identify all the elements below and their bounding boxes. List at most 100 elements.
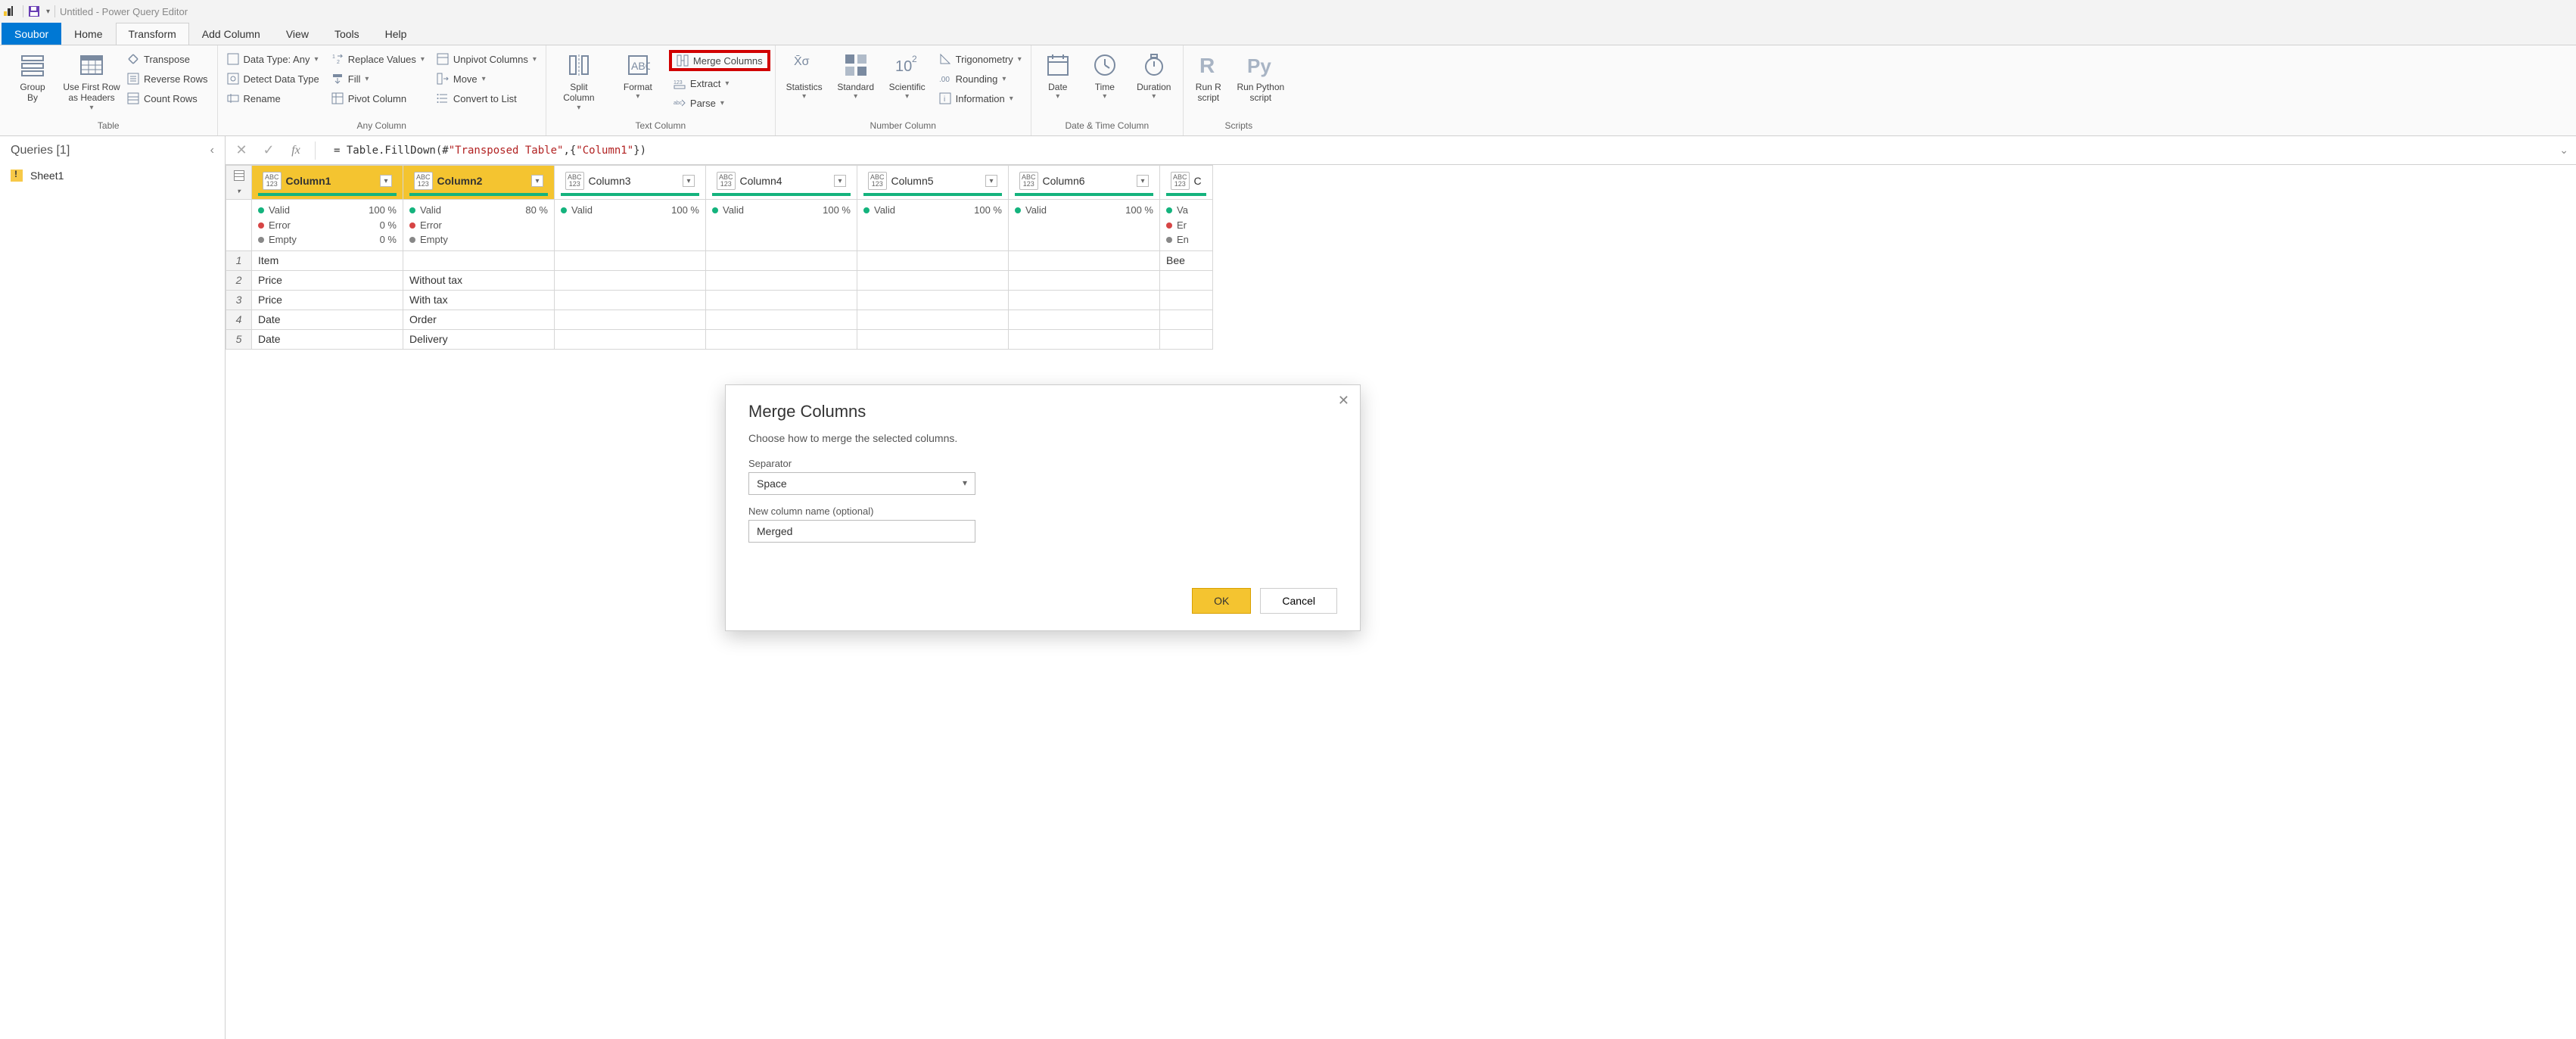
- table-row[interactable]: 2PriceWithout tax: [226, 270, 1213, 290]
- information-button[interactable]: i Information: [936, 91, 1025, 106]
- formula-commit-icon[interactable]: ✓: [260, 142, 277, 159]
- run-r-button[interactable]: R Run R script: [1190, 48, 1227, 104]
- column-header-7[interactable]: ABC123 C: [1160, 166, 1213, 200]
- data-cell[interactable]: [555, 329, 706, 349]
- standard-button[interactable]: Standard: [833, 48, 879, 101]
- table-menu-icon[interactable]: [234, 170, 244, 181]
- data-cell[interactable]: [555, 250, 706, 270]
- data-cell[interactable]: With tax: [403, 290, 555, 310]
- reverse-rows-button[interactable]: Reverse Rows: [124, 71, 211, 86]
- filter-icon[interactable]: ▾: [834, 175, 846, 187]
- save-icon[interactable]: [28, 5, 40, 17]
- duration-button[interactable]: Duration: [1131, 48, 1177, 101]
- data-cell[interactable]: [1009, 329, 1160, 349]
- data-cell[interactable]: [555, 290, 706, 310]
- filter-icon[interactable]: ▾: [985, 175, 997, 187]
- tab-file[interactable]: Soubor: [2, 23, 61, 45]
- statistics-button[interactable]: X̄σ Statistics: [782, 48, 827, 101]
- ok-button[interactable]: OK: [1192, 588, 1251, 614]
- column-header-5[interactable]: ABC123 Column5 ▾: [857, 166, 1009, 200]
- date-button[interactable]: Date: [1038, 48, 1078, 101]
- format-button[interactable]: ABC Format: [611, 48, 664, 101]
- collapse-pane-icon[interactable]: ‹: [210, 144, 214, 157]
- scientific-button[interactable]: 102 Scientific: [885, 48, 930, 101]
- data-cell[interactable]: [403, 250, 555, 270]
- split-column-button[interactable]: Split Column: [552, 48, 605, 113]
- filter-icon[interactable]: ▾: [683, 175, 695, 187]
- table-row[interactable]: 4DateOrder: [226, 310, 1213, 329]
- tab-view[interactable]: View: [273, 23, 322, 45]
- data-cell[interactable]: Date: [252, 329, 403, 349]
- cancel-button[interactable]: Cancel: [1260, 588, 1337, 614]
- data-cell[interactable]: [1009, 250, 1160, 270]
- transpose-button[interactable]: Transpose: [124, 51, 211, 67]
- extract-button[interactable]: 123 Extract: [670, 76, 769, 91]
- detect-data-type-button[interactable]: Detect Data Type: [224, 71, 322, 86]
- column-header-2[interactable]: ABC123 Column2 ▾: [403, 166, 555, 200]
- count-rows-button[interactable]: Count Rows: [124, 91, 211, 106]
- formula-input[interactable]: = Table.FillDown(#"Transposed Table",{"C…: [326, 145, 2549, 157]
- column-header-3[interactable]: ABC123 Column3 ▾: [555, 166, 706, 200]
- group-by-button[interactable]: Group By: [6, 48, 59, 104]
- table-row[interactable]: 1ItemBee: [226, 250, 1213, 270]
- data-cell[interactable]: [857, 270, 1009, 290]
- data-cell[interactable]: [1009, 270, 1160, 290]
- type-badge-any-icon[interactable]: ABC123: [263, 172, 282, 190]
- tab-add-column[interactable]: Add Column: [189, 23, 273, 45]
- data-cell[interactable]: [857, 329, 1009, 349]
- data-cell[interactable]: Delivery: [403, 329, 555, 349]
- rename-button[interactable]: Rename: [224, 91, 322, 106]
- formula-fx-icon[interactable]: fx: [288, 142, 304, 159]
- filter-icon[interactable]: ▾: [380, 175, 392, 187]
- tab-tools[interactable]: Tools: [322, 23, 372, 45]
- data-cell[interactable]: Bee: [1160, 250, 1213, 270]
- rounding-button[interactable]: .00 Rounding: [936, 71, 1025, 86]
- data-type-button[interactable]: Data Type: Any: [224, 51, 322, 67]
- data-cell[interactable]: [706, 329, 857, 349]
- type-badge-any-icon[interactable]: ABC123: [414, 172, 433, 190]
- data-cell[interactable]: Date: [252, 310, 403, 329]
- tab-transform[interactable]: Transform: [116, 23, 189, 45]
- trigonometry-button[interactable]: Trigonometry: [936, 51, 1025, 67]
- replace-values-button[interactable]: 12 Replace Values: [328, 51, 428, 67]
- data-cell[interactable]: Without tax: [403, 270, 555, 290]
- filter-icon[interactable]: ▾: [1137, 175, 1149, 187]
- data-cell[interactable]: [857, 290, 1009, 310]
- data-cell[interactable]: [706, 270, 857, 290]
- data-cell[interactable]: [1009, 290, 1160, 310]
- run-python-button[interactable]: Py Run Python script: [1234, 48, 1288, 104]
- separator-select[interactable]: Space: [748, 472, 975, 495]
- move-button[interactable]: Move: [434, 71, 540, 86]
- formula-expand-icon[interactable]: ⌄: [2559, 144, 2568, 157]
- formula-cancel-icon[interactable]: ✕: [233, 142, 250, 159]
- data-cell[interactable]: [1009, 310, 1160, 329]
- type-badge-any-icon[interactable]: ABC123: [1171, 172, 1190, 190]
- data-cell[interactable]: [706, 250, 857, 270]
- data-cell[interactable]: [706, 290, 857, 310]
- unpivot-button[interactable]: Unpivot Columns: [434, 51, 540, 67]
- data-cell[interactable]: [857, 310, 1009, 329]
- time-button[interactable]: Time: [1084, 48, 1125, 101]
- type-badge-any-icon[interactable]: ABC123: [868, 172, 887, 190]
- tab-home[interactable]: Home: [61, 23, 115, 45]
- convert-to-list-button[interactable]: Convert to List: [434, 91, 540, 106]
- column-header-6[interactable]: ABC123 Column6 ▾: [1009, 166, 1160, 200]
- use-first-row-button[interactable]: Use First Row as Headers: [65, 48, 118, 113]
- tab-help[interactable]: Help: [372, 23, 420, 45]
- data-cell[interactable]: [555, 310, 706, 329]
- merge-columns-button[interactable]: Merge Columns: [669, 50, 770, 71]
- query-item-sheet1[interactable]: Sheet1: [0, 165, 225, 186]
- data-cell[interactable]: [1160, 270, 1213, 290]
- new-column-name-input[interactable]: Merged: [748, 520, 975, 543]
- data-cell[interactable]: Price: [252, 270, 403, 290]
- data-cell[interactable]: Order: [403, 310, 555, 329]
- parse-button[interactable]: abc Parse: [670, 95, 769, 110]
- type-badge-any-icon[interactable]: ABC123: [1019, 172, 1038, 190]
- data-cell[interactable]: [1160, 329, 1213, 349]
- pivot-column-button[interactable]: Pivot Column: [328, 91, 428, 106]
- data-cell[interactable]: [1160, 290, 1213, 310]
- table-row[interactable]: 3PriceWith tax: [226, 290, 1213, 310]
- column-header-1[interactable]: ABC123 Column1 ▾: [252, 166, 403, 200]
- data-cell[interactable]: [857, 250, 1009, 270]
- type-badge-any-icon[interactable]: ABC123: [717, 172, 736, 190]
